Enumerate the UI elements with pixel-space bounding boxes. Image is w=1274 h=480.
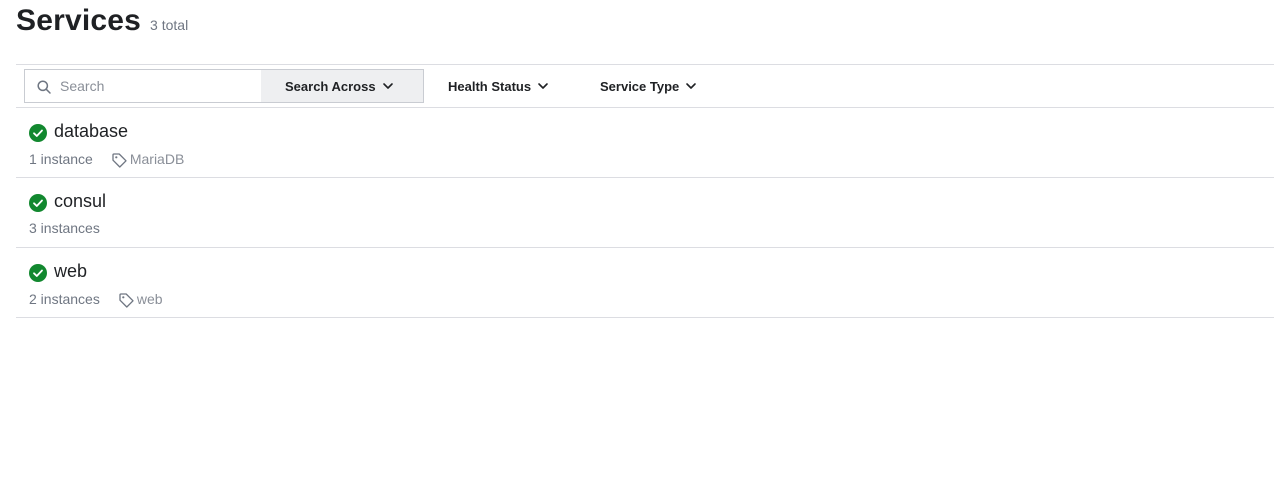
instance-count: 1 instance (29, 151, 93, 167)
service-meta: 3 instances (29, 220, 100, 236)
service-name[interactable]: database (54, 121, 128, 142)
tag-icon (112, 153, 127, 168)
service-list: database 1 instance MariaDB consul 3 ins… (16, 108, 1274, 318)
check-circle-icon (29, 124, 47, 142)
instance-count: 2 instances (29, 291, 100, 307)
service-row-consul[interactable]: consul 3 instances (16, 178, 1274, 248)
chevron-down-icon (686, 83, 697, 89)
service-count: 3 total (150, 17, 189, 33)
service-name[interactable]: web (54, 261, 87, 282)
service-row-database[interactable]: database 1 instance MariaDB (16, 108, 1274, 178)
search-icon (37, 80, 51, 94)
search-across-dropdown[interactable]: Search Across (261, 69, 424, 103)
service-meta: 2 instances web (29, 290, 163, 308)
service-tag: web (118, 290, 163, 308)
search-box[interactable] (24, 69, 262, 103)
tag-label: MariaDB (129, 151, 185, 167)
page-header: Services 3 total (16, 4, 188, 38)
health-status-label: Health Status (448, 78, 532, 94)
search-across-label: Search Across (285, 78, 376, 94)
service-type-dropdown[interactable]: Service Type (600, 69, 697, 103)
filter-bar: Search Across Health Status Service Type (16, 64, 1274, 108)
services-page: Services 3 total Search Across Health St… (0, 0, 1274, 480)
search-input[interactable] (60, 70, 255, 102)
health-status-dropdown[interactable]: Health Status (448, 69, 549, 103)
instance-count: 3 instances (29, 220, 100, 236)
chevron-down-icon (382, 83, 393, 89)
service-type-label: Service Type (600, 78, 680, 94)
page-title: Services (16, 4, 142, 37)
check-circle-icon (29, 264, 47, 282)
service-row-web[interactable]: web 2 instances web (16, 248, 1274, 318)
service-meta: 1 instance MariaDB (29, 150, 184, 168)
service-name[interactable]: consul (54, 191, 106, 212)
tag-icon (119, 293, 134, 308)
tag-label: web (136, 291, 163, 307)
check-circle-icon (29, 194, 47, 212)
service-tag: MariaDB (111, 150, 184, 168)
chevron-down-icon (538, 83, 548, 89)
